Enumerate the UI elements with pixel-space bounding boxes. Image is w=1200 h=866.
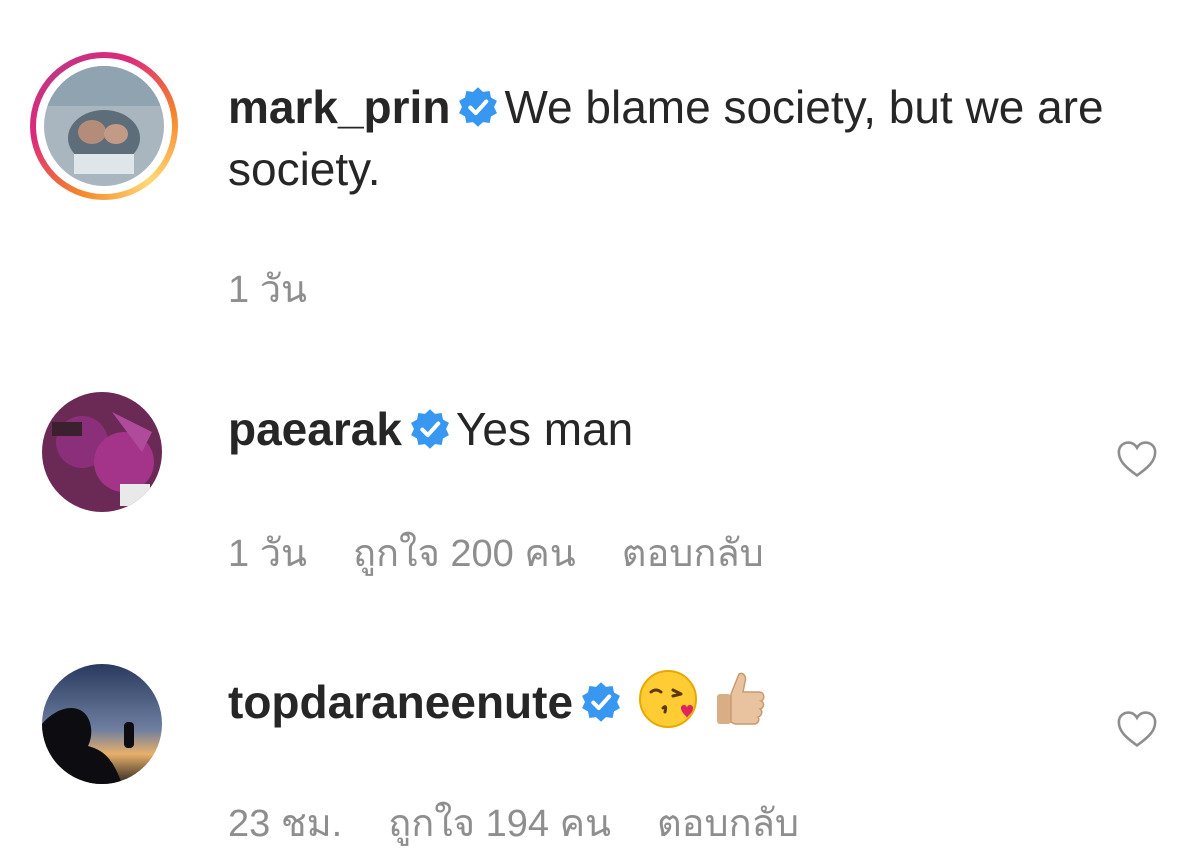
comment-meta: 23 ชม. ถูกใจ 194 คน ตอบกลับ bbox=[228, 792, 845, 853]
likes-count[interactable]: ถูกใจ 194 คน bbox=[388, 803, 611, 845]
comment-body: topdaraneenute bbox=[228, 668, 1168, 745]
verified-badge-icon bbox=[579, 680, 623, 724]
comment-body: mark_prin We blame society, but we are so… bbox=[228, 76, 1168, 200]
likes-count[interactable]: ถูกใจ 200 คน bbox=[353, 533, 576, 575]
heart-like-icon[interactable] bbox=[1116, 710, 1158, 748]
comment-meta: 1 วัน bbox=[228, 258, 353, 319]
comment-text: Yes man bbox=[455, 403, 634, 455]
comment-time[interactable]: 1 วัน bbox=[228, 269, 307, 311]
heart-like-icon[interactable] bbox=[1116, 440, 1158, 478]
kissing-face-emoji bbox=[637, 668, 699, 745]
story-ring[interactable] bbox=[30, 52, 178, 200]
reply-button[interactable]: ตอบกลับ bbox=[622, 533, 764, 575]
verified-badge-icon bbox=[456, 85, 500, 129]
username[interactable]: topdaraneenute bbox=[228, 676, 573, 728]
thumbs-up-emoji bbox=[709, 668, 771, 745]
reply-button[interactable]: ตอบกลับ bbox=[657, 803, 799, 845]
comment-time[interactable]: 23 ชม. bbox=[228, 803, 342, 845]
comment-time[interactable]: 1 วัน bbox=[228, 533, 307, 575]
comment-body: paearak Yes man bbox=[228, 398, 1168, 460]
comment-meta: 1 วัน ถูกใจ 200 คน ตอบกลับ bbox=[228, 522, 810, 583]
avatar[interactable] bbox=[44, 66, 164, 186]
avatar[interactable] bbox=[42, 392, 162, 512]
verified-badge-icon bbox=[408, 407, 452, 451]
avatar[interactable] bbox=[42, 664, 162, 784]
username[interactable]: paearak bbox=[228, 403, 402, 455]
username[interactable]: mark_prin bbox=[228, 81, 450, 133]
